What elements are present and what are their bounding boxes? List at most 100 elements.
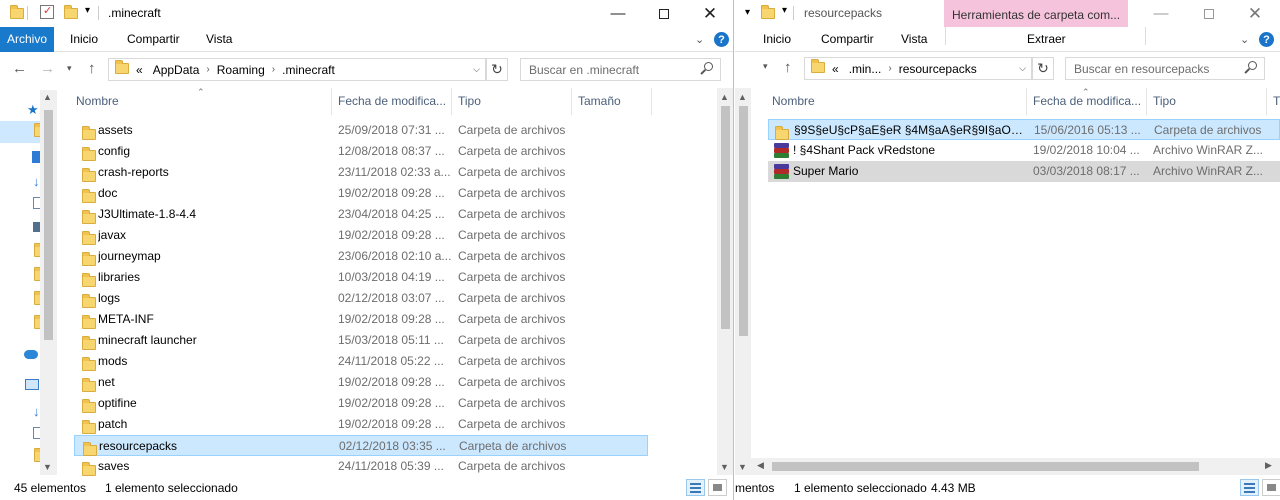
table-row[interactable]: assets 25/09/2018 07:31 ... Carpeta de arc…	[74, 120, 648, 141]
table-row[interactable]: ! §4Shant Pack vRedstone 19/02/2018 10:04…	[768, 140, 1280, 161]
scroll-down-icon[interactable]: ▼	[43, 462, 52, 472]
refresh-button[interactable]: ↻	[486, 58, 508, 81]
search-input[interactable]: Buscar en resourcepacks	[1065, 57, 1265, 80]
maximize-button[interactable]	[1186, 0, 1232, 27]
table-row[interactable]: javax 19/02/2018 09:28 ... Carpeta de arch…	[74, 225, 648, 246]
up-arrow-icon[interactable]: ↑	[784, 59, 792, 76]
quick-access-star-icon[interactable]: ★	[27, 102, 41, 117]
scroll-right-icon[interactable]: ▶	[1265, 460, 1272, 471]
address-bar[interactable]: « AppData › Roaming › .minecraft ⌵	[108, 58, 486, 81]
address-dropdown-icon[interactable]: ⌵	[1019, 63, 1026, 74]
back-arrow-icon[interactable]: ←	[12, 60, 27, 77]
tab-home[interactable]: Inicio	[62, 27, 106, 52]
table-row[interactable]: resourcepacks 02/12/2018 03:35 ... Carpeta…	[74, 435, 648, 456]
table-row[interactable]: saves 24/11/2018 05:39 ... Carpeta de arch…	[74, 456, 648, 477]
column-header-date[interactable]: Fecha de modifica...	[332, 88, 452, 115]
scroll-left-icon[interactable]: ◀	[757, 460, 764, 471]
tab-file[interactable]: Archivo	[0, 27, 55, 52]
column-header-type[interactable]: Tipo	[1147, 88, 1267, 115]
tab-home[interactable]: Inicio	[755, 27, 799, 52]
address-bar[interactable]: « .min... › resourcepacks ⌵	[804, 57, 1032, 80]
table-row[interactable]: mods 24/11/2018 05:22 ... Carpeta de archi…	[74, 351, 648, 372]
quick-access-dropdown-icon[interactable]: ▾	[782, 5, 787, 21]
properties-icon[interactable]: ✓	[40, 5, 54, 19]
table-row[interactable]: config 12/08/2018 08:37 ... Carpeta de arc…	[74, 141, 648, 162]
address-prefix[interactable]: «	[827, 62, 844, 76]
close-button[interactable]: ✕	[687, 0, 733, 27]
column-header-size[interactable]: Tamaño	[572, 88, 652, 115]
chevron-right-icon[interactable]: ›	[270, 64, 277, 75]
breadcrumb-minecraft[interactable]: .minecraft	[277, 63, 340, 77]
scrollbar-thumb[interactable]	[44, 110, 53, 340]
minimize-button[interactable]: —	[595, 0, 641, 27]
scrollbar-thumb[interactable]	[721, 106, 730, 329]
table-row[interactable]: minecraft launcher 15/03/2018 05:11 ... Ca…	[74, 330, 648, 351]
breadcrumb-minecraft[interactable]: .min...	[844, 62, 887, 76]
tab-view[interactable]: Vista	[893, 27, 935, 52]
onedrive-icon[interactable]	[24, 350, 38, 359]
scroll-up-icon[interactable]: ▲	[720, 92, 729, 102]
this-pc-icon[interactable]	[25, 379, 39, 390]
search-icon	[704, 62, 713, 71]
search-input[interactable]: Buscar en .minecraft	[520, 58, 721, 81]
breadcrumb-appdata[interactable]: AppData	[148, 63, 205, 77]
large-icons-view-button[interactable]	[708, 479, 727, 496]
help-icon[interactable]: ?	[1259, 32, 1274, 47]
quick-access-dropdown-icon[interactable]: ▾	[745, 7, 750, 23]
scrollbar-thumb[interactable]	[739, 106, 748, 336]
expand-ribbon-icon[interactable]: ⌄	[1240, 33, 1249, 46]
table-row[interactable]: journeymap 23/06/2018 02:10 a... Carpeta d…	[74, 246, 648, 267]
tab-share[interactable]: Compartir	[813, 27, 882, 52]
refresh-button[interactable]: ↻	[1032, 57, 1054, 80]
large-icons-view-button[interactable]	[1262, 479, 1280, 496]
column-header-type[interactable]: Tipo	[452, 88, 572, 115]
recent-locations-icon[interactable]: ▾	[67, 63, 72, 74]
breadcrumb-resourcepacks[interactable]: resourcepacks	[894, 62, 982, 76]
table-row[interactable]: patch 19/02/2018 09:28 ... Carpeta de arch…	[74, 414, 648, 435]
address-dropdown-icon[interactable]: ⌵	[473, 64, 480, 75]
new-folder-icon[interactable]	[64, 5, 78, 21]
quick-access-dropdown-icon[interactable]: ▾	[85, 5, 90, 21]
breadcrumb-roaming[interactable]: Roaming	[212, 63, 270, 77]
table-row[interactable]: libraries 10/03/2018 04:19 ... Carpeta de …	[74, 267, 648, 288]
scrollbar-thumb[interactable]	[772, 462, 1199, 471]
horizontal-scrollbar[interactable]: ◀ ▶	[751, 458, 1280, 475]
navigation-scrollbar[interactable]: ▲ ▼	[735, 88, 751, 475]
table-row[interactable]: §9S§eU§cP§aE§eR §4M§aA§eR§9I§aO §r- M...…	[768, 119, 1280, 140]
recent-locations-icon[interactable]: ▾	[763, 61, 768, 72]
column-header-extra[interactable]: T	[1267, 88, 1280, 115]
table-row[interactable]: doc 19/02/2018 09:28 ... Carpeta de archiv…	[74, 183, 648, 204]
table-row[interactable]: META-INF 19/02/2018 09:28 ... Carpeta de a…	[74, 309, 648, 330]
forward-arrow-icon[interactable]: →	[40, 60, 55, 77]
scroll-up-icon[interactable]: ▲	[738, 92, 747, 102]
chevron-right-icon[interactable]: ›	[204, 64, 211, 75]
table-row[interactable]: optifine 19/02/2018 09:28 ... Carpeta de a…	[74, 393, 648, 414]
maximize-button[interactable]	[641, 0, 687, 27]
tab-view[interactable]: Vista	[198, 27, 240, 52]
column-header-name[interactable]: Nombre	[70, 88, 332, 115]
close-button[interactable]: ✕	[1232, 0, 1278, 27]
table-row[interactable]: Super Mario 03/03/2018 08:17 ... Archivo W…	[768, 161, 1280, 182]
details-view-button[interactable]	[1240, 479, 1259, 496]
tab-share[interactable]: Compartir	[119, 27, 188, 52]
help-icon[interactable]: ?	[714, 32, 729, 47]
address-prefix[interactable]: «	[131, 63, 148, 77]
scroll-down-icon[interactable]: ▼	[738, 462, 747, 472]
file-list-scrollbar[interactable]: ▲ ▼	[717, 88, 733, 475]
compressed-folder-tools-tab[interactable]: Herramientas de carpeta com...	[944, 0, 1129, 27]
table-row[interactable]: J3Ultimate-1.8-4.4 23/04/2018 04:25 ... Ca…	[74, 204, 648, 225]
minimize-button[interactable]: —	[1138, 0, 1184, 27]
chevron-right-icon[interactable]: ›	[886, 63, 893, 74]
expand-ribbon-icon[interactable]: ⌄	[695, 33, 704, 46]
scroll-down-icon[interactable]: ▼	[720, 462, 729, 472]
tab-extract[interactable]: Extraer	[1019, 27, 1074, 52]
table-row[interactable]: logs 02/12/2018 03:07 ... Carpeta de archi…	[74, 288, 648, 309]
table-row[interactable]: crash-reports 23/11/2018 02:33 a... Carpet…	[74, 162, 648, 183]
details-view-button[interactable]	[686, 479, 705, 496]
table-row[interactable]: net 19/02/2018 09:28 ... Carpeta de archiv…	[74, 372, 648, 393]
navigation-scrollbar[interactable]: ▲ ▼	[40, 90, 57, 475]
up-arrow-icon[interactable]: ↑	[88, 60, 96, 77]
scroll-up-icon[interactable]: ▲	[43, 92, 52, 102]
column-header-name[interactable]: Nombre	[766, 88, 1027, 115]
column-header-date[interactable]: Fecha de modifica...	[1027, 88, 1147, 115]
